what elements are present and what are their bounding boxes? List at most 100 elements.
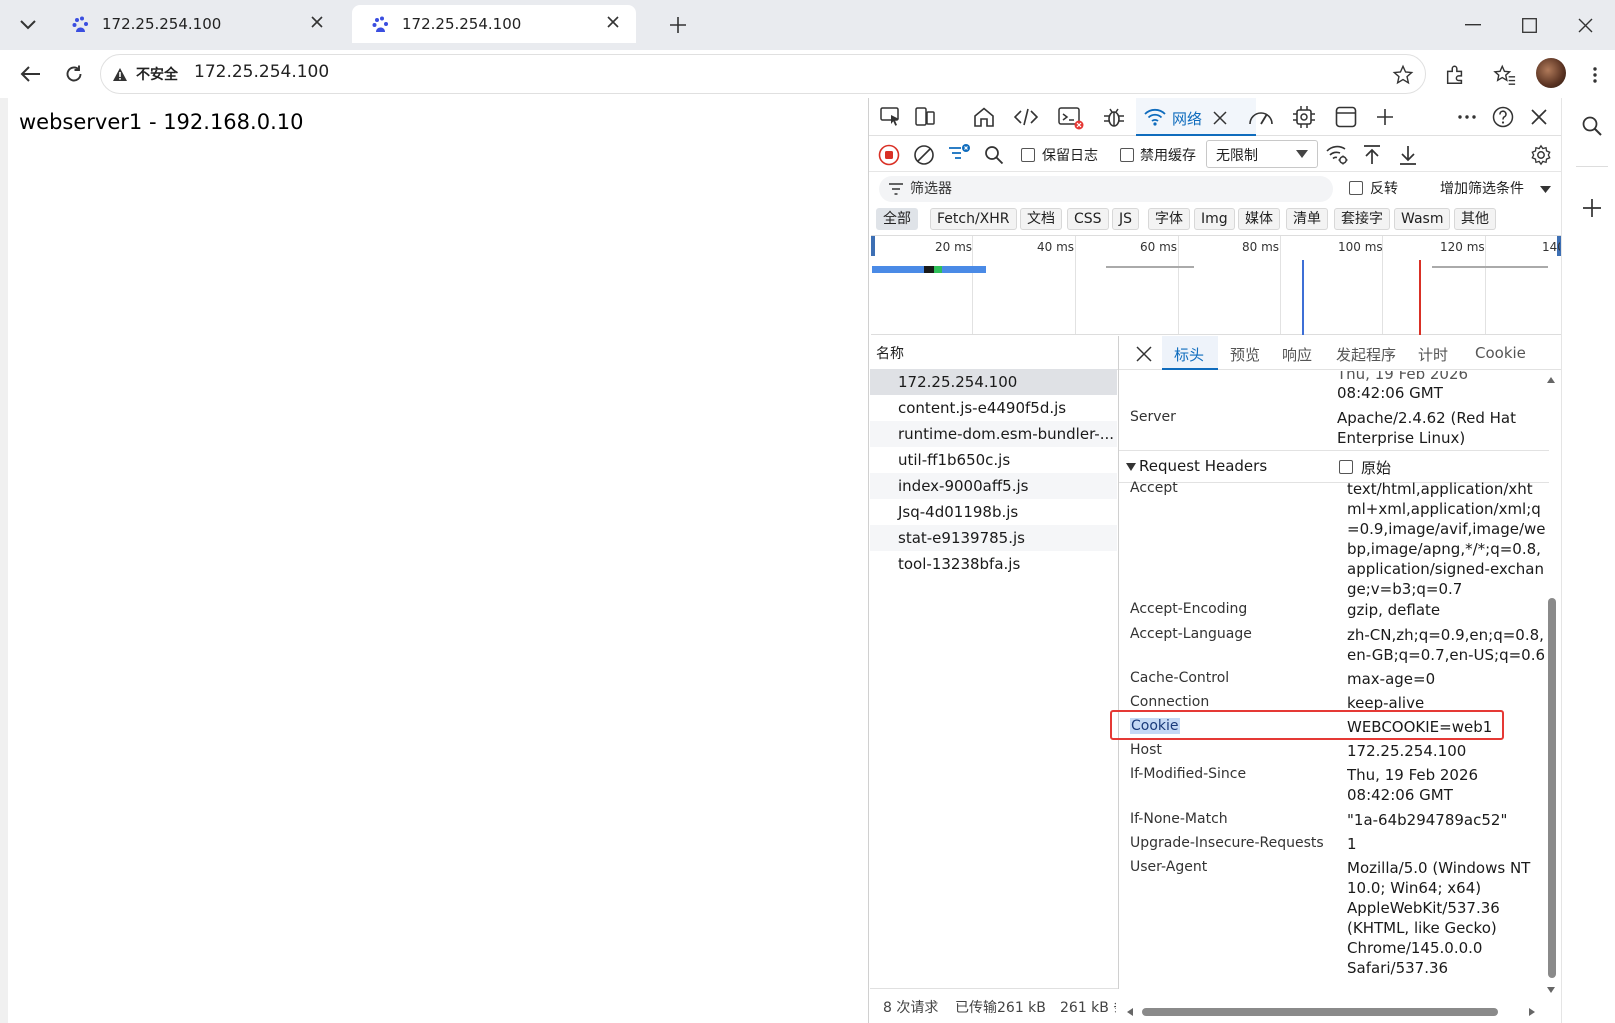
request-headers-section-title[interactable]: Request Headers [1139,457,1267,475]
type-filter-manifest[interactable]: 清单 [1286,208,1328,230]
scroll-right-arrow-icon[interactable] [1526,1006,1538,1018]
welcome-home-icon[interactable] [970,104,998,130]
vertical-scrollbar-thumb[interactable] [1548,598,1556,978]
close-icon[interactable] [1134,344,1154,364]
preserve-log-checkbox[interactable] [1021,148,1035,162]
type-filter-js[interactable]: JS [1112,208,1140,230]
memory-chip-icon[interactable] [1290,104,1318,130]
detail-tab-timing[interactable]: 计时 [1418,344,1448,365]
type-filter-all[interactable]: 全部 [876,208,918,230]
more-options-icon[interactable] [1454,104,1480,130]
export-har-download-icon[interactable] [1396,142,1420,168]
request-row[interactable]: index-9000aff5.js [870,473,1117,499]
timeline-tick: 20 ms [935,240,973,254]
invert-checkbox[interactable] [1349,181,1363,195]
grid-line [1075,236,1076,334]
extensions-puzzle-icon[interactable] [1440,60,1470,90]
request-row-selected[interactable]: 172.25.254.100 [870,369,1117,395]
network-conditions-icon[interactable] [1324,142,1350,168]
warning-icon[interactable] [110,64,130,84]
favorite-star-icon[interactable] [1390,62,1416,88]
application-panel-icon[interactable] [1332,104,1360,130]
preserve-log-label: 保留日志 [1042,148,1098,164]
close-icon[interactable] [310,15,324,29]
request-row[interactable]: util-ff1b650c.js [870,447,1117,473]
timeline-tick: 80 ms [1242,240,1280,254]
header-key-host: Host [1130,742,1162,758]
tab-2-active[interactable]: 172.25.254.100 [352,5,636,43]
device-emulation-icon[interactable] [912,104,938,130]
baidu-favicon-icon [72,16,90,34]
request-row[interactable]: Jsq-4d01198b.js [870,499,1117,525]
caret-down-icon[interactable] [1125,460,1137,474]
horizontal-scrollbar-thumb[interactable] [1142,1008,1498,1016]
detail-tab-cookie[interactable]: Cookie [1475,344,1526,362]
detail-tab-initiator[interactable]: 发起程序 [1336,344,1396,365]
sources-bug-icon[interactable] [1100,104,1128,130]
close-devtools-icon[interactable] [1526,104,1552,130]
add-tool-plus-icon[interactable] [1372,104,1398,130]
maximize-icon[interactable] [1514,12,1544,38]
detail-tab-response[interactable]: 响应 [1282,344,1312,365]
type-filter-img[interactable]: Img [1194,208,1235,230]
record-stop-icon[interactable] [877,143,901,167]
type-filter-websocket[interactable]: 套接字 [1334,208,1390,230]
tab-actions-chevron-icon[interactable] [12,10,44,40]
request-count: 8 次请求 [883,1000,939,1016]
security-status-label[interactable]: 不安全 [136,64,178,84]
load-event-marker [1419,260,1421,335]
close-icon[interactable] [1210,108,1230,128]
favorites-list-icon[interactable] [1490,60,1520,90]
more-menu-icon[interactable] [1582,60,1608,90]
type-filter-font[interactable]: 字体 [1148,208,1190,230]
add-sidebar-app-plus-icon[interactable] [1578,194,1606,222]
timeline-left-handle[interactable] [871,236,875,256]
refresh-icon[interactable] [58,58,90,90]
timeline-bar [1432,266,1548,268]
new-tab-plus-icon[interactable] [664,12,692,38]
type-filter-media[interactable]: 媒体 [1238,208,1280,230]
network-settings-gear-icon[interactable] [1528,142,1554,168]
back-arrow-icon[interactable] [14,58,46,90]
clear-icon[interactable] [912,143,936,167]
elements-code-icon[interactable] [1012,104,1040,130]
close-icon[interactable] [606,15,620,29]
url-text[interactable]: 172.25.254.100 [194,62,329,82]
tab-1[interactable]: 172.25.254.100 [52,5,340,43]
type-filter-css[interactable]: CSS [1067,208,1109,230]
console-icon[interactable] [1056,104,1086,132]
detail-tab-preview[interactable]: 预览 [1230,344,1260,365]
type-filter-wasm[interactable]: Wasm [1394,208,1451,230]
minimize-icon[interactable] [1458,12,1488,38]
profile-avatar[interactable] [1536,58,1566,88]
search-icon[interactable] [1578,112,1606,140]
performance-gauge-icon[interactable] [1246,104,1276,130]
scroll-down-arrow-icon[interactable] [1545,984,1557,996]
inspect-element-icon[interactable] [878,104,904,130]
request-row[interactable]: content.js-e4490f5d.js [870,395,1117,421]
type-filter-doc[interactable]: 文档 [1020,208,1062,230]
header-value-upgrade-insecure-requests: 1 [1347,835,1357,853]
scroll-left-arrow-icon[interactable] [1124,1006,1136,1018]
more-filters-dropdown[interactable]: 增加筛选条件 [1440,178,1524,198]
chevron-down-icon [1294,147,1310,161]
type-filter-other[interactable]: 其他 [1454,208,1496,230]
name-column-header[interactable]: 名称 [876,343,904,363]
help-icon[interactable] [1490,104,1516,130]
type-filter-fetch-xhr[interactable]: Fetch/XHR [930,208,1017,230]
wifi-network-icon [1142,106,1168,128]
scroll-up-arrow-icon[interactable] [1545,374,1557,386]
filter-toggle-icon[interactable] [946,140,972,166]
header-key-if-modified-since: If-Modified-Since [1130,766,1247,782]
filter-funnel-icon [887,180,905,198]
request-row[interactable]: runtime-dom.esm-bundler-... [870,421,1117,447]
window-close-icon[interactable] [1570,12,1600,38]
raw-headers-checkbox[interactable] [1339,460,1353,474]
grid-line [972,236,973,334]
request-row[interactable]: stat-e9139785.js [870,525,1117,551]
raw-headers-label: 原始 [1361,459,1392,477]
import-har-upload-icon[interactable] [1360,142,1384,168]
request-row[interactable]: tool-13238bfa.js [870,551,1117,577]
search-icon[interactable] [982,143,1006,167]
disable-cache-checkbox[interactable] [1120,148,1134,162]
